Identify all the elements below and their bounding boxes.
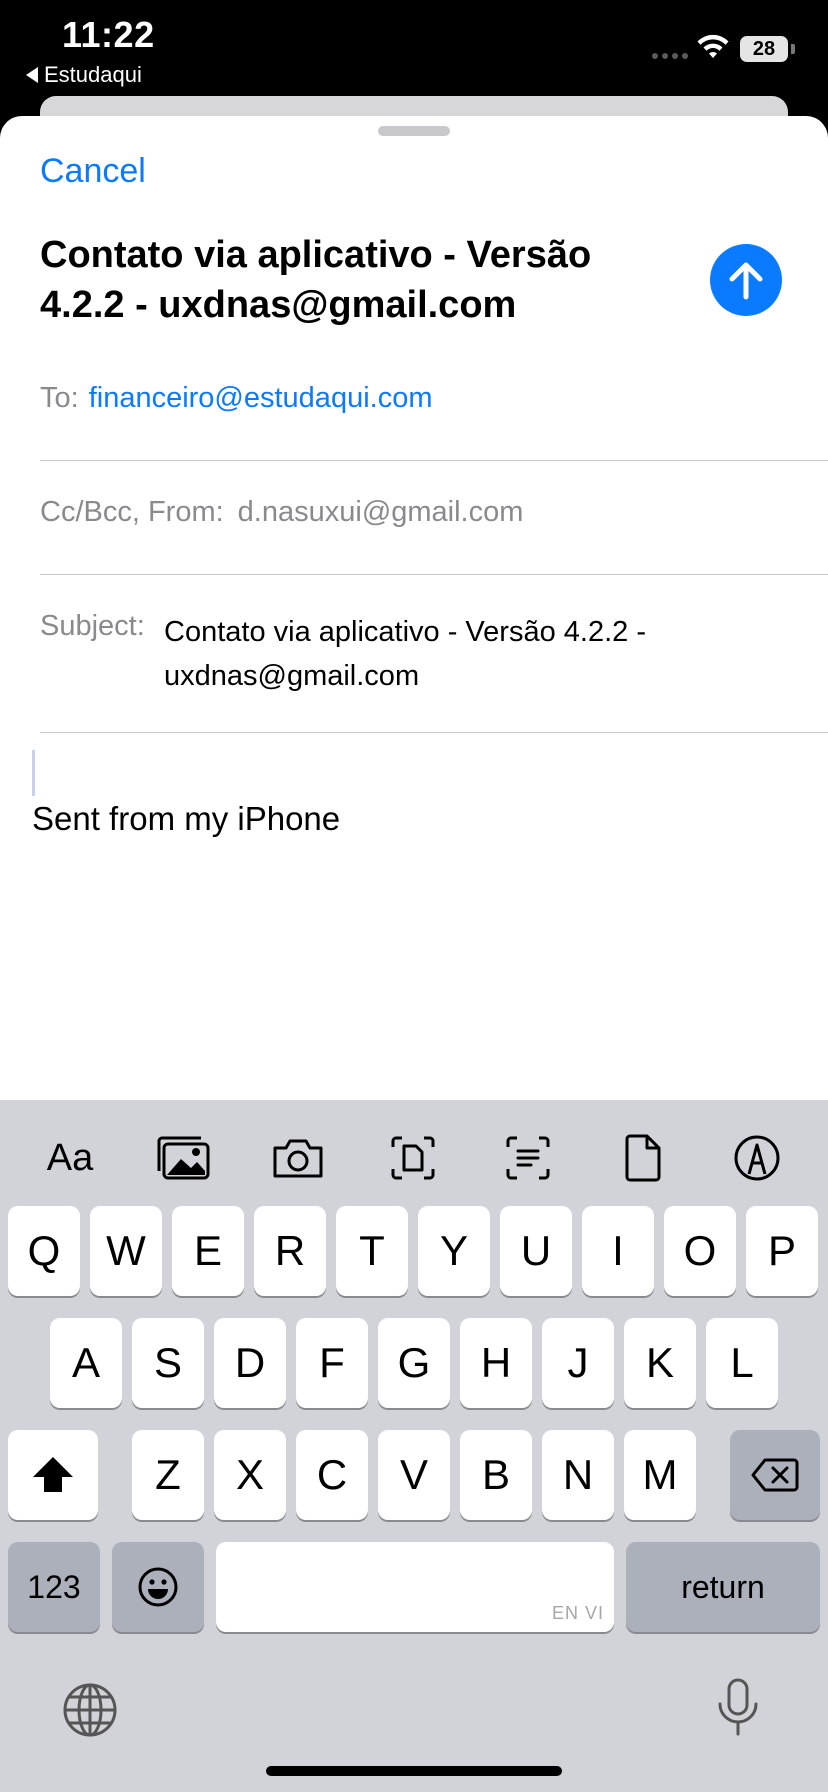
cc-bcc-from-field[interactable]: Cc/Bcc, From: d.nasuxui@gmail.com [40, 496, 523, 529]
to-label: To: [40, 382, 79, 414]
key-l[interactable]: L [706, 1318, 778, 1408]
delete-key[interactable] [730, 1430, 820, 1520]
photo-library-icon[interactable] [153, 1128, 213, 1188]
divider [40, 732, 828, 733]
key-p[interactable]: P [746, 1206, 818, 1296]
send-button[interactable] [710, 244, 782, 316]
battery-indicator: 28 [740, 36, 788, 62]
key-h[interactable]: H [460, 1318, 532, 1408]
status-time: 11:22 [62, 14, 155, 55]
shift-arrow-icon [33, 1457, 73, 1492]
cancel-button[interactable]: Cancel [40, 152, 146, 191]
attach-file-icon[interactable] [613, 1128, 673, 1188]
cc-label: Cc/Bcc, From: [40, 496, 224, 528]
shift-key[interactable] [8, 1430, 98, 1520]
key-t[interactable]: T [336, 1206, 408, 1296]
numbers-key[interactable]: 123 [8, 1542, 100, 1632]
key-e[interactable]: E [172, 1206, 244, 1296]
battery-tip [791, 44, 795, 54]
key-w[interactable]: W [90, 1206, 162, 1296]
key-b[interactable]: B [460, 1430, 532, 1520]
backspace-icon [751, 1458, 799, 1492]
key-g[interactable]: G [378, 1318, 450, 1408]
space-language-hint: EN VI [551, 1603, 604, 1623]
to-recipient[interactable]: financeiro@estudaqui.com [89, 382, 433, 414]
scan-text-icon[interactable] [498, 1128, 558, 1188]
key-f[interactable]: F [296, 1318, 368, 1408]
to-field[interactable]: To: financeiro@estudaqui.com [40, 382, 432, 415]
status-bar: 11:22 Estudaqui 28 [0, 0, 828, 100]
key-x[interactable]: X [214, 1430, 286, 1520]
microphone-icon[interactable] [716, 1678, 760, 1738]
key-c[interactable]: C [296, 1430, 368, 1520]
emoji-key[interactable] [112, 1542, 204, 1632]
camera-icon[interactable] [268, 1128, 328, 1188]
from-address: d.nasuxui@gmail.com [237, 496, 524, 528]
emoji-icon [138, 1567, 178, 1607]
format-text-button[interactable]: Aa [40, 1128, 100, 1188]
key-o[interactable]: O [664, 1206, 736, 1296]
key-u[interactable]: U [500, 1206, 572, 1296]
key-s[interactable]: S [132, 1318, 204, 1408]
subject-label: Subject: [40, 610, 145, 642]
markup-icon[interactable] [727, 1128, 787, 1188]
mail-compose-sheet: Cancel Contato via aplicativo - Versão 4… [0, 116, 828, 1216]
key-a[interactable]: A [50, 1318, 122, 1408]
compose-title: Contato via aplicativo - Versão 4.2.2 - … [40, 234, 592, 326]
key-k[interactable]: K [624, 1318, 696, 1408]
globe-icon[interactable] [62, 1682, 118, 1738]
divider [40, 460, 828, 461]
arrow-up-icon [729, 262, 763, 300]
back-to-app-link[interactable]: Estudaqui [26, 62, 142, 88]
home-indicator[interactable] [266, 1766, 562, 1776]
space-bar[interactable]: EN VI [216, 1542, 614, 1632]
wifi-icon [697, 34, 729, 58]
key-r[interactable]: R [254, 1206, 326, 1296]
text-cursor [32, 750, 35, 796]
key-n[interactable]: N [542, 1430, 614, 1520]
keyboard-toolbar: Aa [0, 1128, 828, 1188]
scan-document-icon[interactable] [383, 1128, 443, 1188]
return-key[interactable]: return [626, 1542, 820, 1632]
sheet-grabber[interactable] [378, 126, 450, 136]
keyboard: Aa Q W E R T Y U I O P A S D F G H J K L [0, 1100, 828, 1792]
key-d[interactable]: D [214, 1318, 286, 1408]
divider [40, 574, 828, 575]
cellular-signal-icon [652, 53, 688, 59]
key-z[interactable]: Z [132, 1430, 204, 1520]
key-y[interactable]: Y [418, 1206, 490, 1296]
key-m[interactable]: M [624, 1430, 696, 1520]
back-arrow-icon [26, 67, 38, 83]
key-q[interactable]: Q [8, 1206, 80, 1296]
key-j[interactable]: J [542, 1318, 614, 1408]
subject-input[interactable]: Contato via aplicativo - Versão 4.2.2 - … [164, 610, 724, 698]
back-app-label: Estudaqui [44, 62, 142, 87]
key-i[interactable]: I [582, 1206, 654, 1296]
key-v[interactable]: V [378, 1430, 450, 1520]
message-body[interactable]: Sent from my iPhone [32, 800, 340, 838]
